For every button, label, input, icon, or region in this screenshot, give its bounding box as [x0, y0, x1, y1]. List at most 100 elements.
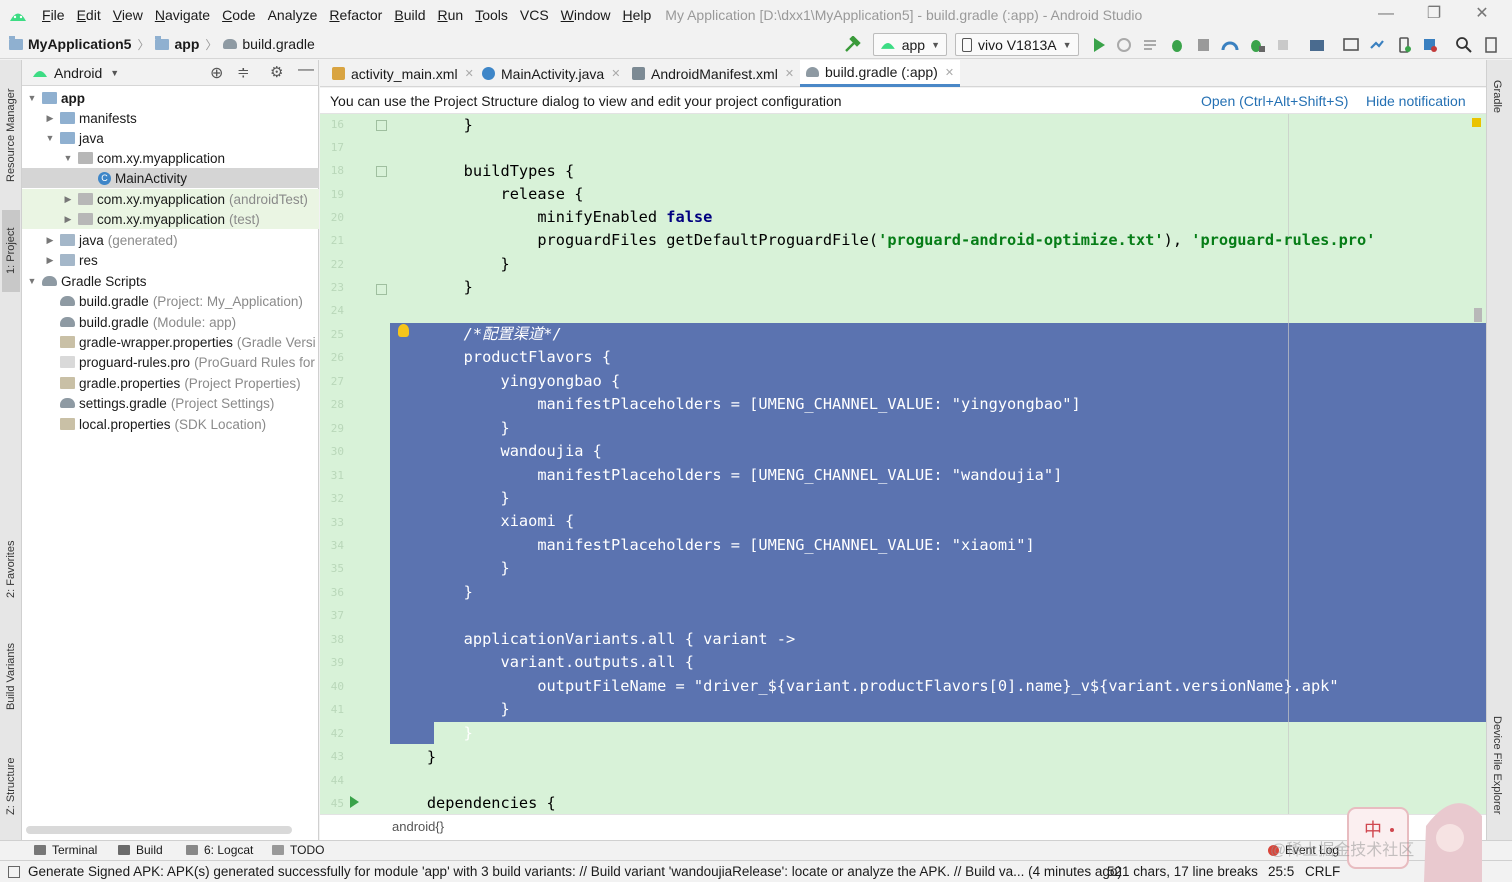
gradle-icon	[806, 67, 819, 77]
restore-icon[interactable]: ❐	[1424, 4, 1444, 24]
tree-item-gradle-wrapper[interactable]: gradle-wrapper.properties (Gradle Versi	[22, 332, 319, 352]
tree-item-package-test[interactable]: ▶ com.xy.myapplication (test)	[22, 209, 319, 229]
tree-item-manifests[interactable]: ▶ manifests	[22, 108, 319, 128]
menu-vcs[interactable]: VCS	[514, 7, 555, 23]
run-gutter-icon[interactable]	[350, 796, 359, 808]
menu-run[interactable]: Run	[431, 7, 469, 23]
gear-icon[interactable]: ⚙	[270, 63, 283, 81]
search-icon[interactable]	[1455, 36, 1473, 54]
terminal-button[interactable]: Terminal	[34, 843, 97, 857]
chevron-right-icon: 〉	[137, 37, 150, 52]
menu-window[interactable]: Window	[555, 7, 617, 23]
minimize-icon[interactable]: —	[1376, 4, 1396, 24]
collapse-all-icon[interactable]: ≑	[237, 63, 250, 81]
warning-stripe-icon[interactable]	[1472, 118, 1481, 127]
device-manager-icon[interactable]	[1395, 36, 1413, 54]
tab-build-variants[interactable]: Build Variants	[2, 630, 20, 722]
tree-item-res[interactable]: ▶ res	[22, 250, 319, 270]
code-line: }	[390, 748, 437, 766]
debug-icon[interactable]	[1168, 36, 1186, 54]
hammer-icon[interactable]	[843, 36, 861, 54]
menu-tools[interactable]: Tools	[469, 7, 514, 23]
line-number: 38	[330, 633, 344, 646]
build-button[interactable]: Build	[118, 843, 163, 857]
horizontal-scrollbar[interactable]	[26, 826, 292, 834]
coverage-icon[interactable]	[1195, 36, 1213, 54]
tree-item-local-properties[interactable]: local.properties (SDK Location)	[22, 414, 319, 434]
open-project-structure-link[interactable]: Open (Ctrl+Alt+Shift+S)	[1201, 93, 1348, 109]
tree-item-proguard[interactable]: proguard-rules.pro (ProGuard Rules for	[22, 352, 319, 372]
menu-analyze[interactable]: Analyze	[262, 7, 324, 23]
apply-code-changes-icon[interactable]	[1142, 36, 1160, 54]
logcat-button[interactable]: 6: Logcat	[186, 843, 253, 857]
caret-position[interactable]: 25:5	[1268, 864, 1294, 879]
tree-item-java-generated[interactable]: ▶ java (generated)	[22, 230, 319, 250]
avd-manager-icon[interactable]	[1342, 36, 1360, 54]
tab-resource-manager[interactable]: Resource Manager	[2, 76, 20, 194]
close-icon[interactable]: ✕	[1472, 4, 1492, 24]
line-number: 43	[330, 750, 344, 763]
fold-marker-icon[interactable]	[376, 166, 387, 177]
tree-item-build-gradle-project[interactable]: build.gradle (Project: My_Application)	[22, 291, 319, 311]
menu-help[interactable]: Help	[616, 7, 657, 23]
tab-androidmanifest-xml[interactable]: AndroidManifest.xml ✕	[626, 60, 800, 87]
tab-structure[interactable]: Z: Structure	[2, 744, 20, 828]
menu-file[interactable]: File	[36, 7, 71, 23]
close-tab-icon[interactable]: ✕	[945, 66, 954, 79]
hide-panel-icon[interactable]: —	[298, 61, 314, 79]
menu-view[interactable]: View	[107, 7, 149, 23]
menu-refactor[interactable]: Refactor	[323, 7, 388, 23]
layout-inspector-icon[interactable]	[1482, 36, 1500, 54]
tab-activity-main-xml[interactable]: activity_main.xml ✕	[326, 60, 480, 87]
menu-navigate[interactable]: Navigate	[149, 7, 216, 23]
breadcrumb-file[interactable]: build.gradle	[242, 36, 314, 52]
tab-favorites[interactable]: 2: Favorites	[2, 528, 20, 610]
editor-scroll-thumb[interactable]	[1474, 308, 1482, 322]
stop-icon[interactable]	[1274, 36, 1292, 54]
tree-item-build-gradle-app[interactable]: build.gradle (Module: app)	[22, 312, 319, 332]
menu-build[interactable]: Build	[388, 7, 431, 23]
tab-mainactivity-java[interactable]: MainActivity.java ✕	[476, 60, 626, 87]
tree-item-settings-gradle[interactable]: settings.gradle (Project Settings)	[22, 393, 319, 413]
menu-edit[interactable]: Edit	[71, 7, 107, 23]
toggle-tool-windows-icon[interactable]	[8, 866, 20, 878]
close-tab-icon[interactable]: ✕	[465, 67, 474, 80]
tree-item-package-androidtest[interactable]: ▶ com.xy.myapplication (androidTest)	[22, 189, 319, 209]
device-select[interactable]: vivo V1813A ▼	[955, 33, 1079, 56]
breadcrumb-scope[interactable]: android{}	[392, 819, 444, 834]
tab-gradle[interactable]: Gradle	[1491, 80, 1503, 113]
attach-debugger-icon[interactable]	[1248, 36, 1266, 54]
fold-marker-icon[interactable]	[376, 284, 387, 295]
tree-item-java[interactable]: ▼ java	[22, 128, 319, 148]
tab-device-file-explorer[interactable]: Device File Explorer	[1491, 716, 1503, 814]
fold-marker-icon[interactable]	[376, 120, 387, 131]
sdk-manager-icon[interactable]	[1421, 36, 1439, 54]
profile-icon[interactable]	[1221, 36, 1239, 54]
run-config-select[interactable]: app ▼	[873, 33, 947, 56]
locate-file-icon[interactable]: ⊕	[210, 63, 223, 83]
tree-item-gradle-properties[interactable]: gradle.properties (Project Properties)	[22, 373, 319, 393]
run-icon[interactable]	[1090, 36, 1108, 54]
chevron-down-icon[interactable]: ▼	[110, 68, 119, 78]
todo-button[interactable]: TODO	[272, 843, 324, 857]
code-editor[interactable]: 16 17 18 19 20 21 22 23 24 25 26 27 28 2…	[320, 114, 1486, 814]
tab-build-gradle-app[interactable]: build.gradle (:app) ✕	[800, 60, 961, 87]
sync-gradle-icon[interactable]	[1368, 36, 1386, 54]
menu-code[interactable]: Code	[216, 7, 261, 23]
breadcrumb-module[interactable]: app	[174, 36, 199, 52]
status-message[interactable]: Generate Signed APK: APK(s) generated su…	[28, 864, 1122, 879]
view-mode-select[interactable]: Android	[54, 65, 102, 81]
tree-item-app[interactable]: ▼ app	[22, 88, 319, 108]
hide-notification-link[interactable]: Hide notification	[1366, 93, 1466, 109]
tree-item-gradle-scripts[interactable]: ▼ Gradle Scripts	[22, 271, 319, 291]
line-separator[interactable]: CRLF	[1305, 864, 1340, 879]
tree-item-mainactivity[interactable]: C MainActivity	[22, 168, 319, 188]
close-tab-icon[interactable]: ✕	[611, 67, 620, 80]
tree-item-package[interactable]: ▼ com.xy.myapplication	[22, 148, 319, 168]
breadcrumb-project[interactable]: MyApplication5	[28, 36, 131, 52]
apply-changes-icon[interactable]	[1115, 36, 1133, 54]
project-structure-icon[interactable]	[1308, 36, 1326, 54]
line-number: 33	[330, 516, 344, 529]
tab-project[interactable]: 1: Project	[2, 210, 20, 292]
close-tab-icon[interactable]: ✕	[785, 67, 794, 80]
